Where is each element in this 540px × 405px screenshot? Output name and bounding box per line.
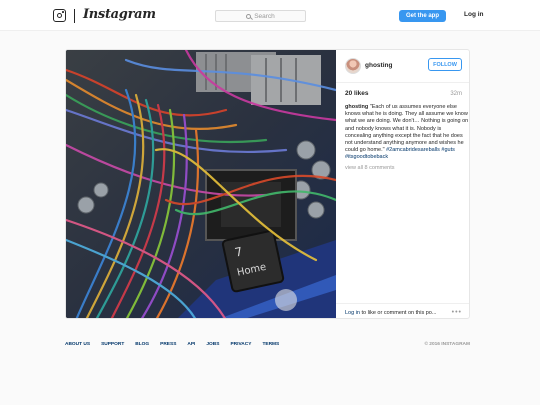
- top-navigation-bar: Instagram Search Get the app Log in: [0, 0, 540, 31]
- caption-text: "Each of us assumes everyone else knows …: [345, 104, 469, 154]
- login-link[interactable]: Log in: [464, 11, 484, 18]
- logo-divider: [74, 9, 75, 23]
- page-footer: ABOUT US SUPPORT BLOG PRESS API JOBS PRI…: [65, 339, 470, 349]
- post-timestamp[interactable]: 32m: [450, 91, 462, 97]
- post-card: 7 Home ghosting FOLLOW 20 likes 32m ghos…: [65, 49, 470, 319]
- footer-nav: ABOUT US SUPPORT BLOG PRESS API JOBS PRI…: [65, 342, 279, 347]
- avatar[interactable]: [345, 58, 361, 74]
- copyright: © 2016 INSTAGRAM: [424, 341, 470, 347]
- instagram-camera-icon[interactable]: [53, 9, 66, 22]
- post-footer: Log in to like or comment on this po... …: [336, 303, 469, 318]
- login-prompt-text: to like or comment on this po...: [360, 310, 437, 316]
- post-caption: ghosting "Each of us assumes everyone el…: [345, 104, 469, 162]
- footer-link-api[interactable]: API: [187, 342, 195, 347]
- likes-count[interactable]: 20 likes: [345, 90, 369, 97]
- post-sidebar: ghosting FOLLOW 20 likes 32m ghosting "E…: [336, 50, 469, 318]
- get-the-app-button[interactable]: Get the app: [399, 10, 446, 22]
- post-photo[interactable]: 7 Home: [66, 50, 336, 318]
- search-icon: [246, 13, 252, 19]
- more-options-icon[interactable]: •••: [452, 309, 462, 316]
- caption-username[interactable]: ghosting: [345, 104, 368, 110]
- footer-link-privacy[interactable]: PRIVACY: [230, 342, 251, 347]
- footer-link-press[interactable]: PRESS: [160, 342, 176, 347]
- view-all-comments-link[interactable]: view all 8 comments: [345, 165, 395, 171]
- footer-link-about-us[interactable]: ABOUT US: [65, 342, 90, 347]
- footer-link-blog[interactable]: BLOG: [135, 342, 149, 347]
- post-header: ghosting FOLLOW: [336, 50, 469, 83]
- login-prompt: Log in to like or comment on this po...: [345, 310, 436, 316]
- footer-link-support[interactable]: SUPPORT: [101, 342, 124, 347]
- login-prompt-link[interactable]: Log in: [345, 310, 360, 316]
- footer-link-terms[interactable]: TERMS: [262, 342, 279, 347]
- search-input[interactable]: Search: [215, 10, 306, 22]
- post-username[interactable]: ghosting: [365, 62, 392, 69]
- instagram-wordmark[interactable]: Instagram: [83, 7, 156, 22]
- footer-link-jobs[interactable]: JOBS: [206, 342, 219, 347]
- follow-button[interactable]: FOLLOW: [428, 58, 462, 71]
- search-placeholder: Search: [254, 12, 275, 20]
